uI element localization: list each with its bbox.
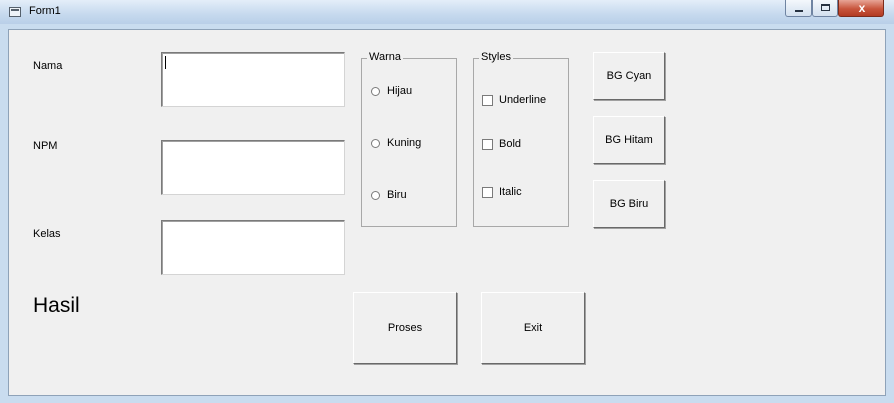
kelas-label: Kelas <box>33 228 61 240</box>
styles-group: Styles Underline Bold Italic <box>473 51 569 227</box>
maximize-button[interactable] <box>812 0 838 17</box>
radio-biru-label[interactable]: Biru <box>387 189 407 201</box>
maximize-icon <box>821 4 830 11</box>
kelas-input[interactable] <box>162 221 344 274</box>
checkbox-bold-label[interactable]: Bold <box>499 138 521 150</box>
hasil-label: Hasil <box>33 294 80 317</box>
bg-hitam-button[interactable]: BG Hitam <box>593 116 665 164</box>
styles-group-title: Styles <box>479 51 513 63</box>
close-button[interactable]: x <box>838 0 884 17</box>
minimize-button[interactable] <box>785 0 812 17</box>
nama-label: Nama <box>33 60 63 72</box>
form-window-icon <box>9 7 21 17</box>
npm-label: NPM <box>33 140 58 152</box>
checkbox-underline-label[interactable]: Underline <box>499 94 546 106</box>
exit-button[interactable]: Exit <box>481 292 585 364</box>
title-bar: Form1 x <box>0 0 894 24</box>
checkbox-bold[interactable] <box>482 139 493 150</box>
warna-group-title: Warna <box>367 51 403 63</box>
radio-kuning-label[interactable]: Kuning <box>387 137 421 149</box>
nama-input[interactable] <box>162 53 344 106</box>
minimize-icon <box>795 10 803 12</box>
text-caret <box>165 56 166 69</box>
bg-cyan-button[interactable]: BG Cyan <box>593 52 665 100</box>
npm-textbox[interactable] <box>161 140 345 195</box>
kelas-textbox[interactable] <box>161 220 345 275</box>
radio-hijau[interactable] <box>371 87 380 96</box>
warna-group: Warna Hijau Kuning Biru <box>361 51 457 227</box>
radio-hijau-label[interactable]: Hijau <box>387 85 412 97</box>
bg-biru-button[interactable]: BG Biru <box>593 180 665 228</box>
checkbox-italic-label[interactable]: Italic <box>499 186 522 198</box>
close-icon: x <box>858 1 866 15</box>
nama-textbox[interactable] <box>161 52 345 107</box>
checkbox-underline[interactable] <box>482 95 493 106</box>
form-client-area: Nama NPM Kelas Hasil Warna Hijau Kuning … <box>8 29 886 396</box>
npm-input[interactable] <box>162 141 344 194</box>
radio-kuning[interactable] <box>371 139 380 148</box>
checkbox-italic[interactable] <box>482 187 493 198</box>
window-title: Form1 <box>29 5 61 17</box>
proses-button[interactable]: Proses <box>353 292 457 364</box>
radio-biru[interactable] <box>371 191 380 200</box>
